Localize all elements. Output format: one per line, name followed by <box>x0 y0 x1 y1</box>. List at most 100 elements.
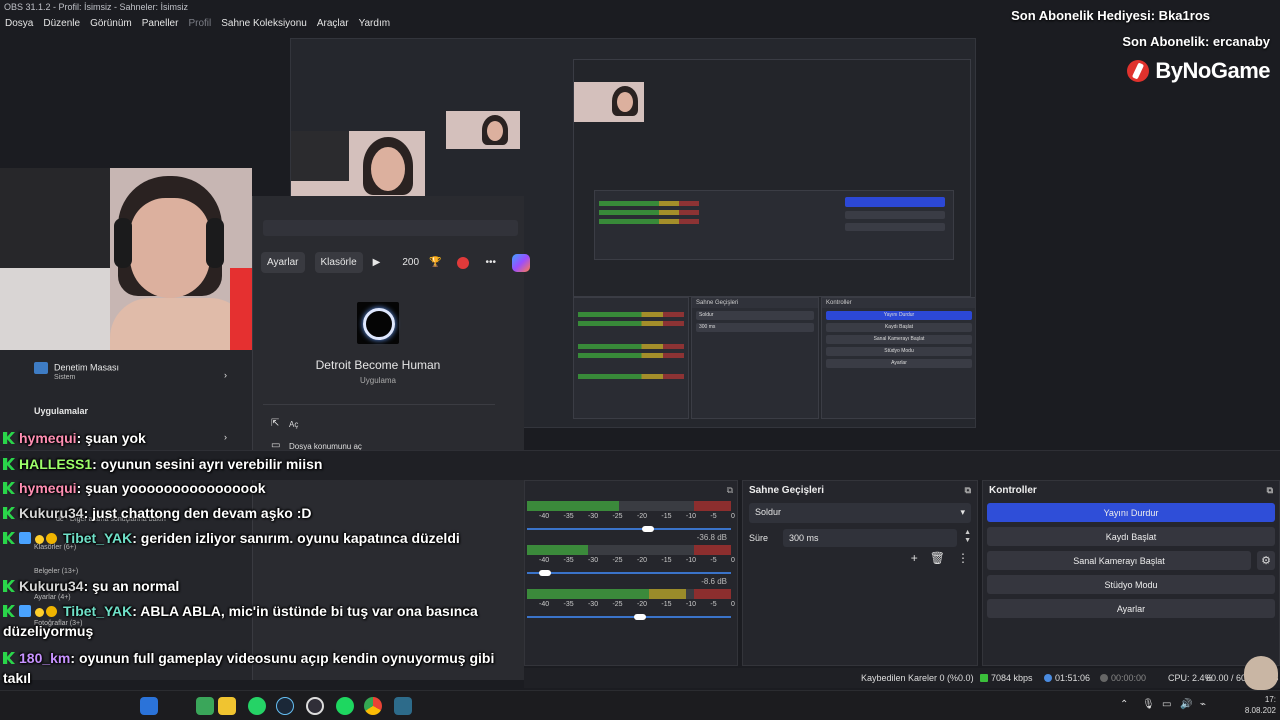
chat-overlay: hymequi: şuan yok HALLESS1: oyunun sesini… <box>0 428 520 720</box>
file-explorer-icon[interactable] <box>218 697 236 715</box>
tick-label: -5 <box>710 557 717 564</box>
app-icon[interactable] <box>140 697 158 715</box>
steam-icon[interactable] <box>276 697 294 715</box>
menu-tools[interactable]: Araçlar <box>312 16 354 34</box>
record-dot-icon[interactable] <box>457 256 470 269</box>
settings-button[interactable]: Ayarlar <box>987 599 1275 618</box>
tick-label: -10 <box>685 601 697 608</box>
chat-message: HALLESS1: oyunun sesini ayrı verebilir m… <box>3 454 513 474</box>
obs-icon[interactable] <box>306 697 324 715</box>
status-bar: Kaybedilen Kareler 0 (%0.0) 7084 kbps 01… <box>524 668 1280 688</box>
menu-file[interactable]: Dosya <box>0 16 38 34</box>
display-icon[interactable]: ▭ <box>1162 699 1171 710</box>
brand-logo: ByNoGame <box>1127 58 1270 84</box>
taskbar: ⌃ 🎙 ▭ 🔊 ⌁ 17: 8.08.202 <box>0 690 1280 720</box>
menu-scene-collection[interactable]: Sahne Koleksiyonu <box>216 16 312 34</box>
chat-username[interactable]: 180_km <box>19 650 70 666</box>
chat-username[interactable]: hymequi <box>19 430 77 446</box>
chrome-icon[interactable] <box>364 697 382 715</box>
microphone-icon[interactable]: 🎙 <box>1142 699 1155 710</box>
chat-username[interactable]: Kukuru34 <box>19 505 84 521</box>
speaker-icon[interactable]: 🔊 <box>1180 699 1192 710</box>
chat-text: : şuan yoooooooooooooook <box>76 480 266 496</box>
volume-slider-handle[interactable] <box>641 526 654 532</box>
stream-icon <box>1044 674 1052 682</box>
preview-controls-dock: Kontroller Yayını Durdur Kaydı Başlat Sa… <box>821 297 975 419</box>
db-readout: -8.6 dB <box>701 577 727 586</box>
chat-text: : oyunun full gameplay videosunu açıp ke… <box>3 650 495 686</box>
duration-stepper[interactable]: ▲ ▼ <box>964 529 971 545</box>
tick-label: -20 <box>636 513 648 520</box>
search-folders-button[interactable]: Klasörle <box>314 252 363 273</box>
network-icon[interactable]: ⌁ <box>1200 699 1206 710</box>
tick-label: -10 <box>685 513 697 520</box>
start-recording-button[interactable]: Kaydı Başlat <box>987 527 1275 546</box>
tick-label: -30 <box>587 513 599 520</box>
menu-profile[interactable]: Profil <box>183 16 216 34</box>
menu-view[interactable]: Görünüm <box>85 16 137 34</box>
chat-text: : just chattong den devam aşko :D <box>83 505 312 521</box>
chat-username[interactable]: Tibet_YAK <box>63 530 132 546</box>
more-options-icon[interactable]: ••• <box>485 257 496 268</box>
info-badge-icon <box>46 533 57 544</box>
dropped-frames: Kaybedilen Kareler 0 (%0.0) <box>861 673 974 683</box>
play-icon[interactable]: ▶ <box>373 257 381 268</box>
db-readout: -36.8 dB <box>696 533 727 542</box>
menu-edit[interactable]: Düzenle <box>38 16 85 34</box>
dock-float-icon[interactable]: ⧉ <box>965 485 971 496</box>
search-toolbar: Ayarlar Klasörle ▶ 200 🏆 ••• <box>261 252 530 273</box>
whatsapp-icon[interactable] <box>248 697 266 715</box>
app-icon[interactable] <box>196 697 214 715</box>
control-panel-icon <box>34 362 48 374</box>
volume-slider[interactable] <box>527 572 731 574</box>
tick-label: 0 <box>730 601 735 608</box>
result-control-panel[interactable]: Denetim Masası Sistem <box>34 362 119 381</box>
chat-message: Tibet_YAK: geriden izliyor sanırım. oyun… <box>3 528 513 548</box>
stop-stream-button[interactable]: Yayını Durdur <box>987 503 1275 522</box>
search-settings-button[interactable]: Ayarlar <box>261 252 305 273</box>
kick-badge-icon <box>3 580 15 592</box>
controls-title: Kontroller <box>989 484 1037 496</box>
volume-slider-handle[interactable] <box>538 570 551 576</box>
app-name: Detroit Become Human <box>315 358 441 372</box>
chat-username[interactable]: Tibet_YAK <box>63 603 132 619</box>
copilot-icon[interactable] <box>512 253 530 272</box>
clock[interactable]: 17: 8.08.202 <box>1245 694 1276 716</box>
tick-label: -30 <box>587 557 599 564</box>
audio-level-meter <box>527 545 731 555</box>
tick-label: -5 <box>710 513 717 520</box>
menu-docks[interactable]: Paneller <box>137 16 184 34</box>
trash-icon[interactable]: 🗑 <box>930 551 945 565</box>
tick-label: -40 <box>539 557 550 564</box>
tick-label: -10 <box>685 557 697 564</box>
transition-select[interactable]: Soldur ▾ <box>749 503 971 523</box>
subscriber-badge-icon <box>19 605 31 617</box>
tick-label: -30 <box>587 601 599 608</box>
detroit-app-icon[interactable] <box>357 302 399 344</box>
chat-username[interactable]: HALLESS1 <box>19 456 92 472</box>
dock-float-icon[interactable]: ⧉ <box>1267 485 1273 496</box>
start-virtual-camera-button[interactable]: Sanal Kamerayı Başlat <box>987 551 1251 570</box>
chat-username[interactable]: Kukuru34 <box>19 578 84 594</box>
chat-username[interactable]: hymequi <box>19 480 77 496</box>
chevron-up-icon[interactable]: ⌃ <box>1120 699 1128 710</box>
more-vertical-icon[interactable]: ⋮ <box>957 551 969 565</box>
app-icon[interactable] <box>394 697 412 715</box>
tick-label: -20 <box>636 601 648 608</box>
add-icon[interactable]: + <box>911 551 918 565</box>
dock-float-icon[interactable]: ⧉ <box>727 485 733 496</box>
duration-input[interactable]: 300 ms <box>783 529 957 547</box>
studio-mode-button[interactable]: Stüdyo Modu <box>987 575 1275 594</box>
volume-slider[interactable] <box>527 528 731 530</box>
tick-label: 0 <box>730 513 735 520</box>
spotify-icon[interactable] <box>336 697 354 715</box>
volume-slider-handle[interactable] <box>633 614 646 620</box>
gear-icon[interactable]: ⚙ <box>1257 551 1275 570</box>
search-box[interactable] <box>263 220 518 236</box>
info-badge-icon <box>46 606 57 617</box>
audio-level-meter <box>527 501 731 511</box>
chevron-right-icon[interactable]: › <box>224 370 227 380</box>
nested-webcam <box>574 82 644 122</box>
menu-help[interactable]: Yardım <box>354 16 396 34</box>
volume-slider[interactable] <box>527 616 731 618</box>
